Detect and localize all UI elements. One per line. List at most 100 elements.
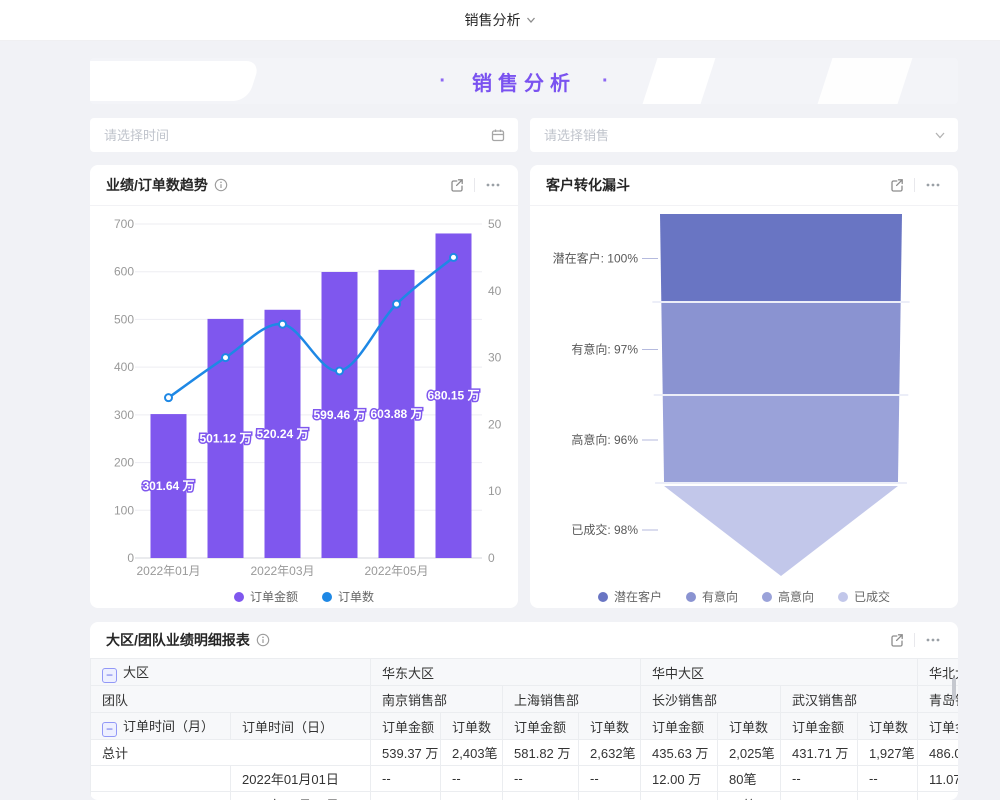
legend-item-stage[interactable]: 高意向 — [762, 588, 814, 605]
page-switcher[interactable]: 销售分析 — [465, 10, 536, 30]
table-cell: 486.06 万 — [918, 740, 958, 766]
export-icon[interactable] — [889, 632, 905, 648]
page-title-text: 销售分析 — [472, 67, 576, 96]
legend-dot — [762, 592, 772, 602]
table-cell: -- — [781, 792, 858, 800]
svg-text:100: 100 — [114, 503, 134, 517]
table-header-cell: 订单金额 — [641, 713, 718, 740]
table-header-cell: 团队 — [91, 686, 371, 713]
svg-text:700: 700 — [114, 217, 134, 231]
table-cell: 23.05 万 — [641, 792, 718, 800]
funnel-card-title-text: 客户转化漏斗 — [546, 175, 630, 195]
report-table-title-text: 大区/团队业绩明细报表 — [106, 630, 250, 650]
svg-text:50: 50 — [488, 217, 502, 231]
funnel-card-actions — [889, 177, 942, 193]
svg-text:20: 20 — [488, 417, 502, 431]
svg-text:680.15 万: 680.15 万 — [427, 389, 479, 403]
legend-item-order-count[interactable]: 订单数 — [322, 588, 374, 605]
info-icon[interactable] — [256, 633, 270, 647]
table-cell: 2022年01月02日 — [231, 792, 371, 800]
report-table-actions — [889, 632, 942, 648]
table-header-cell: −订单时间（月） — [91, 713, 231, 740]
legend-item-stage[interactable]: 有意向 — [686, 588, 738, 605]
legend-item-order-amount[interactable]: 订单金额 — [234, 588, 298, 605]
trend-chart[interactable]: 010020030040050060070001020304050301.64 … — [90, 206, 518, 584]
table-header-cell: 南京销售部 — [371, 686, 503, 713]
legend-item-stage[interactable]: 已成交 — [838, 588, 890, 605]
trend-card-header: 业绩/订单数趋势 — [90, 165, 518, 206]
svg-text:301.64 万: 301.64 万 — [142, 479, 194, 493]
table-header-cell: 订单金额 — [371, 713, 441, 740]
more-icon[interactable] — [924, 177, 942, 193]
legend-dot — [234, 592, 244, 602]
legend-dot — [686, 592, 696, 602]
table-cell: -- — [781, 766, 858, 792]
table-cell: 435.63 万 — [641, 740, 718, 766]
banner-decoration — [816, 58, 915, 104]
legend-dot — [322, 592, 332, 602]
trend-card: 业绩/订单数趋势 — [90, 165, 518, 608]
trend-card-title: 业绩/订单数趋势 — [106, 175, 228, 195]
table-cell — [91, 766, 231, 792]
table-header-cell: 长沙销售部 — [641, 686, 781, 713]
table-header-cell: 订单数 — [718, 713, 781, 740]
table-row: 团队南京销售部上海销售部长沙销售部武汉销售部青岛销售部 — [91, 686, 959, 713]
table-cell: 2,403笔 — [441, 740, 503, 766]
info-icon[interactable] — [214, 178, 228, 192]
calendar-icon[interactable] — [490, 127, 506, 143]
svg-text:520.24 万: 520.24 万 — [256, 427, 308, 441]
trend-card-actions — [449, 177, 502, 193]
page-title: · 销售分析 · — [439, 67, 608, 96]
title-dot: · — [602, 70, 609, 93]
table-cell: -- — [441, 792, 503, 800]
svg-text:603.88 万: 603.88 万 — [370, 407, 422, 421]
table-scrollbar[interactable] — [952, 678, 956, 700]
funnel-card-header: 客户转化漏斗 — [530, 165, 958, 206]
report-table-card: 大区/团队业绩明细报表 — [90, 622, 958, 800]
export-icon[interactable] — [889, 177, 905, 193]
collapse-icon[interactable]: − — [102, 668, 117, 683]
table-cell: 539.37 万 — [371, 740, 441, 766]
svg-text:10: 10 — [488, 484, 502, 498]
title-dot: · — [439, 70, 446, 93]
table-header-cell: 订单金额 — [918, 713, 958, 740]
svg-text:高意向: 96%: 高意向: 96% — [571, 432, 638, 447]
banner: · 销售分析 · — [90, 58, 958, 104]
sales-input[interactable] — [542, 127, 934, 144]
table-cell: 2,025笔 — [718, 740, 781, 766]
dashboard-content: · 销售分析 · 业绩/订单数趋势 — [90, 58, 958, 800]
chevron-down-icon[interactable] — [934, 129, 946, 141]
table-header-cell: −大区 — [91, 659, 371, 686]
chevron-down-icon — [526, 15, 536, 25]
table-header-cell: 订单数 — [441, 713, 503, 740]
svg-text:599.46 万: 599.46 万 — [313, 408, 365, 422]
svg-text:500: 500 — [114, 312, 134, 326]
collapse-icon[interactable]: − — [102, 722, 117, 737]
time-input[interactable] — [102, 127, 490, 144]
time-filter[interactable] — [90, 118, 518, 152]
legend-item-stage[interactable]: 潜在客户 — [598, 588, 662, 605]
divider — [474, 178, 475, 192]
table-header-cell: 华东大区 — [371, 659, 641, 686]
svg-text:600: 600 — [114, 265, 134, 279]
banner-decoration — [641, 58, 718, 104]
more-icon[interactable] — [924, 632, 942, 648]
divider — [914, 633, 915, 647]
svg-text:0: 0 — [488, 551, 495, 565]
table-header-cell: 订单时间（日） — [231, 713, 371, 740]
table-cell: -- — [503, 792, 579, 800]
svg-text:已成交: 98%: 已成交: 98% — [571, 522, 638, 537]
table-cell: -- — [503, 766, 579, 792]
sales-filter[interactable] — [530, 118, 958, 152]
page-switcher-label: 销售分析 — [465, 10, 521, 30]
funnel-chart[interactable]: 潜在客户: 100%有意向: 97%高意向: 96%已成交: 98% — [530, 206, 958, 584]
table-cell: -- — [441, 766, 503, 792]
more-icon[interactable] — [484, 177, 502, 193]
svg-text:501.12 万: 501.12 万 — [199, 431, 251, 445]
svg-text:400: 400 — [114, 360, 134, 374]
export-icon[interactable] — [449, 177, 465, 193]
filter-bar — [90, 118, 958, 152]
table-header-cell: 武汉销售部 — [781, 686, 918, 713]
table-header-cell: 华中大区 — [641, 659, 918, 686]
report-table-header: 大区/团队业绩明细报表 — [90, 622, 958, 658]
